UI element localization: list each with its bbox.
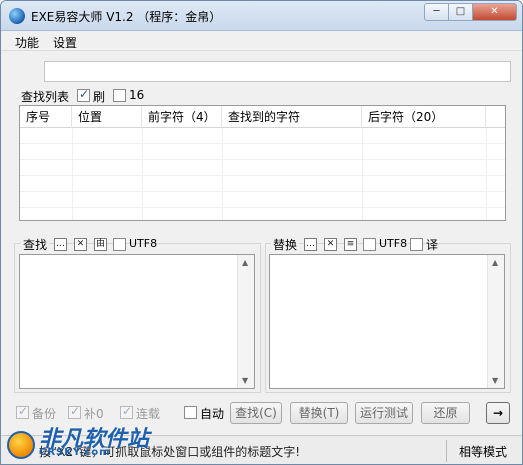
replace-paste-button[interactable]: ≡ (344, 238, 357, 251)
continuous-label: 连载 (136, 407, 161, 421)
replace-browse-button[interactable]: … (304, 238, 317, 251)
col-suffix[interactable]: 后字符（20） (362, 106, 486, 128)
maximize-button[interactable]: □ (448, 3, 473, 21)
results-list-header: 序号 位置 前字符（4） 查找到的字符 后字符（20） (20, 106, 505, 128)
replace-label: 替换 (271, 236, 300, 253)
pad0-label: 补0 (84, 407, 104, 421)
find-paste-button[interactable]: 由 (94, 238, 107, 251)
continuous-checkbox[interactable] (120, 404, 133, 419)
list-row (20, 192, 505, 208)
find-browse-button[interactable]: … (54, 238, 67, 251)
translate-checkbox[interactable] (410, 238, 423, 251)
find-clear-button[interactable]: ✕ (74, 238, 87, 251)
find-utf8-checkbox[interactable] (113, 238, 126, 251)
list-row (20, 144, 505, 160)
replace-text-area[interactable]: ▲ ▼ (269, 254, 505, 389)
col-found[interactable]: 查找到的字符 (222, 106, 362, 128)
replace-utf8-label: UTF8 (379, 237, 408, 250)
list-row (20, 128, 505, 144)
translate-label: 译 (426, 238, 439, 252)
close-button[interactable]: ✕ (472, 3, 517, 21)
restore-button[interactable]: 还原 (421, 402, 470, 424)
main-window: EXE易容大师 V1.2 （程序：金帛） ─ □ ✕ 功能 设置 查找列表 刷 … (0, 0, 523, 465)
scroll-up-icon[interactable]: ▲ (242, 258, 248, 267)
watermark-sub: CRSKY.com (39, 447, 111, 458)
hex16-checkbox-label: 16 (129, 88, 145, 102)
hex16-checkbox[interactable] (113, 89, 126, 102)
replace-scrollbar[interactable]: ▲ ▼ (487, 255, 504, 388)
backup-checkbox[interactable] (16, 404, 29, 419)
replace-button[interactable]: 替换(T) (290, 402, 348, 424)
app-icon (9, 8, 25, 24)
match-mode[interactable]: 相等模式 (459, 443, 507, 460)
list-row (20, 160, 505, 176)
find-utf8-label: UTF8 (129, 237, 158, 250)
refresh-checkbox[interactable] (77, 87, 90, 102)
menu-bar: 功能 设置 (1, 32, 522, 51)
results-list[interactable]: 序号 位置 前字符（4） 查找到的字符 后字符（20） (19, 105, 506, 221)
menu-function[interactable]: 功能 (15, 34, 39, 51)
scroll-down-icon[interactable]: ▼ (492, 376, 498, 385)
scroll-up-icon[interactable]: ▲ (492, 258, 498, 267)
find-scrollbar[interactable]: ▲ ▼ (237, 255, 254, 388)
auto-checkbox[interactable] (184, 406, 197, 419)
target-file-input[interactable] (44, 61, 511, 82)
search-list-label: 查找列表 (21, 90, 70, 104)
replace-clear-button[interactable]: ✕ (324, 238, 337, 251)
menu-settings[interactable]: 设置 (53, 34, 77, 51)
list-row (20, 176, 505, 192)
find-label: 查找 (21, 236, 50, 253)
scroll-down-icon[interactable]: ▼ (242, 376, 248, 385)
watermark-logo (7, 431, 35, 459)
auto-label: 自动 (200, 407, 225, 421)
minimize-button[interactable]: ─ (424, 3, 449, 21)
col-index[interactable]: 序号 (20, 106, 72, 128)
find-button[interactable]: 查找(C) (230, 402, 282, 424)
pad0-checkbox[interactable] (68, 404, 81, 419)
replace-utf8-checkbox[interactable] (363, 238, 376, 251)
backup-label: 备份 (32, 407, 57, 421)
window-title: EXE易容大师 V1.2 （程序：金帛） (31, 10, 222, 24)
test-run-button[interactable]: 运行测试 (355, 402, 413, 424)
col-position[interactable]: 位置 (72, 106, 142, 128)
title-bar[interactable]: EXE易容大师 V1.2 （程序：金帛） ─ □ ✕ (1, 1, 522, 31)
refresh-checkbox-label: 刷 (93, 90, 106, 104)
next-arrow-button[interactable]: → (486, 402, 510, 424)
col-prefix[interactable]: 前字符（4） (142, 106, 222, 128)
find-text-area[interactable]: ▲ ▼ (19, 254, 255, 389)
